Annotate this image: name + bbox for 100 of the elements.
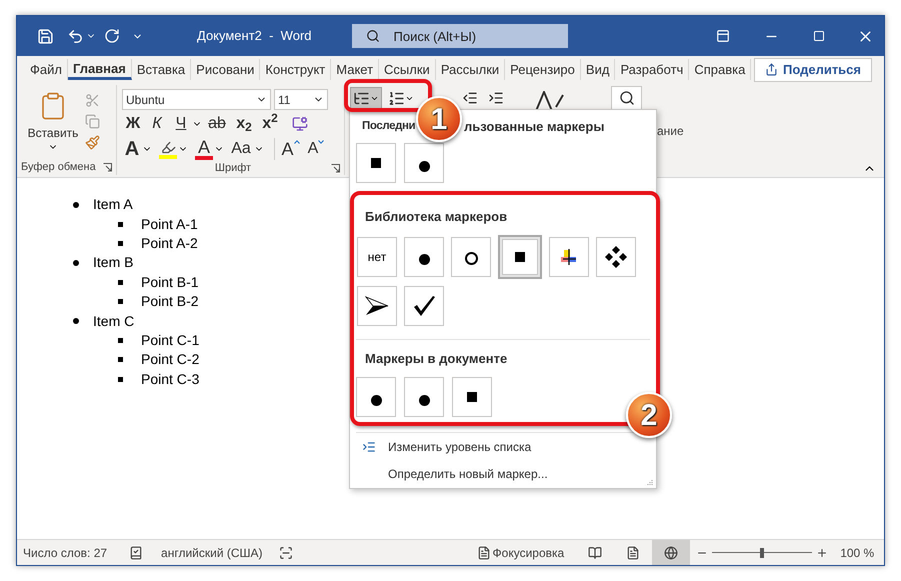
section-heading: льзованные маркеры — [464, 118, 604, 136]
view-button[interactable] — [652, 540, 690, 565]
square-bullet-icon — [118, 338, 123, 343]
maximize-icon[interactable] — [812, 30, 824, 42]
change-case-button[interactable]: Aa — [228, 138, 254, 160]
list-item-text: Point A-1 — [141, 214, 198, 234]
slider-thumb[interactable] — [760, 548, 764, 558]
underline-button[interactable]: Ч — [170, 113, 192, 135]
font-size-field[interactable]: 11 — [274, 89, 328, 110]
share-button[interactable]: Поделиться — [754, 58, 872, 82]
decrease-indent-icon[interactable] — [462, 90, 478, 106]
colorful-cross-icon — [561, 248, 577, 265]
undo-icon[interactable] — [67, 28, 84, 44]
search-icon — [618, 90, 634, 106]
web-view-icon — [664, 546, 678, 560]
script-button[interactable]: x$_{2}$ — [232, 113, 256, 135]
bullet-option[interactable] — [404, 286, 444, 326]
bullet-option[interactable] — [452, 377, 492, 418]
list-item-text: Item A — [93, 195, 133, 214]
zoom-reading[interactable]: 100 % — [840, 544, 874, 562]
ribbon-tab[interactable]: Разработч — [615, 59, 690, 80]
bullet-option[interactable] — [357, 286, 397, 326]
square-icon — [515, 252, 525, 262]
focus-button[interactable]: Фокусировка — [492, 544, 564, 562]
bullet-option[interactable]: нет — [357, 236, 397, 277]
section-heading: Последни — [362, 120, 416, 132]
paste-button[interactable]: Вставить — [27, 91, 79, 159]
strikethrough-button[interactable]: ab — [204, 113, 230, 135]
group-label: Шрифт — [214, 160, 252, 176]
search-field[interactable]: Поиск (Alt+Ы) — [352, 24, 568, 48]
section-heading: Библиотека маркеров — [364, 208, 508, 226]
list-item-text: Point B-2 — [141, 292, 199, 312]
word-count[interactable]: Число слов: 27 — [23, 544, 108, 562]
ribbon-tab[interactable]: Рисовани — [191, 59, 260, 80]
text-effects-button[interactable]: A — [122, 138, 142, 160]
ribbon-tab[interactable]: Макет — [331, 59, 380, 80]
ribbon-tab[interactable]: Рассылки — [436, 59, 506, 80]
styles-icon[interactable] — [534, 91, 564, 111]
bullet-option[interactable] — [356, 377, 396, 418]
focus-icon[interactable] — [476, 546, 491, 560]
bullet-option[interactable] — [404, 377, 444, 418]
list-level-icon — [362, 440, 376, 454]
zoom-in-icon[interactable] — [816, 546, 828, 558]
save-icon[interactable] — [37, 28, 54, 44]
redo-icon[interactable] — [104, 28, 120, 44]
menu-item[interactable]: Определить новый маркер... — [388, 465, 548, 484]
square-bullet-icon — [118, 240, 123, 246]
highlight-button[interactable] — [158, 140, 178, 158]
increase-indent-icon[interactable] — [488, 90, 504, 106]
resize-grip-icon[interactable] — [647, 479, 653, 485]
square-icon — [467, 392, 477, 402]
italic-button[interactable]: К — [146, 113, 168, 135]
ribbon-tab[interactable]: Справка — [689, 59, 752, 80]
ribbon-tab[interactable]: Конструкт — [260, 59, 332, 80]
bullet-option[interactable] — [498, 234, 542, 279]
ribbon-tab[interactable]: Вид — [580, 59, 616, 80]
square-icon — [371, 158, 381, 168]
format-painter-icon[interactable] — [85, 135, 100, 150]
none-label: нет — [368, 248, 386, 266]
list-item-text: Point A-2 — [141, 234, 198, 253]
bullet-option[interactable] — [596, 236, 636, 277]
ribbon-tab[interactable]: Вставка — [132, 59, 192, 80]
font-color-button[interactable]: A — [194, 138, 214, 160]
bullets-button[interactable] — [350, 87, 382, 109]
bullet-option[interactable] — [356, 143, 396, 184]
ribbon-tab[interactable]: Файл — [25, 59, 68, 80]
dialog-launcher-icon[interactable] — [103, 162, 112, 172]
menu-item[interactable]: Изменить уровень списка — [388, 438, 532, 456]
square-bullet-icon — [118, 280, 123, 285]
ribbon-display-icon[interactable] — [716, 29, 730, 43]
search-icon — [366, 29, 380, 43]
section-heading: Маркеры в документе — [364, 350, 508, 368]
group-label: ание — [657, 123, 684, 140]
checkmark-icon — [412, 294, 436, 317]
grow-font-button[interactable]: A — [274, 138, 300, 160]
bullet-option[interactable] — [404, 143, 444, 184]
bullet-option[interactable] — [404, 236, 444, 277]
list-item-text: Point C-3 — [141, 370, 200, 389]
list-item-text: Point C-1 — [141, 330, 200, 350]
round-bullet-icon — [73, 260, 79, 266]
font-name-field[interactable]: Ubuntu — [122, 89, 271, 110]
ribbon-tab[interactable]: Ссылки — [379, 59, 436, 80]
zoom-slider[interactable] — [712, 548, 812, 558]
list-item-text: Point B-1 — [141, 272, 199, 292]
script-button[interactable]: x$^{2}$ — [258, 113, 282, 135]
arrowhead-icon — [365, 296, 389, 316]
shrink-font-button[interactable]: A — [304, 138, 328, 160]
find-button[interactable] — [611, 86, 642, 110]
numbered-list-icon — [388, 90, 405, 106]
bullet-option[interactable] — [549, 236, 589, 277]
ribbon-tab[interactable]: Рецензиро — [505, 59, 581, 80]
language-label[interactable]: английский (США) — [161, 544, 263, 562]
proofing-icon[interactable] — [129, 546, 144, 560]
round-bullet-icon — [73, 202, 79, 208]
bullet-option[interactable] — [451, 236, 491, 277]
highlighter-icon — [160, 140, 176, 154]
ribbon-tab[interactable]: Главная — [68, 59, 132, 80]
dialog-launcher-icon[interactable] — [330, 164, 340, 172]
read-view-icon — [588, 546, 602, 560]
bold-button[interactable]: Ж — [122, 113, 144, 135]
